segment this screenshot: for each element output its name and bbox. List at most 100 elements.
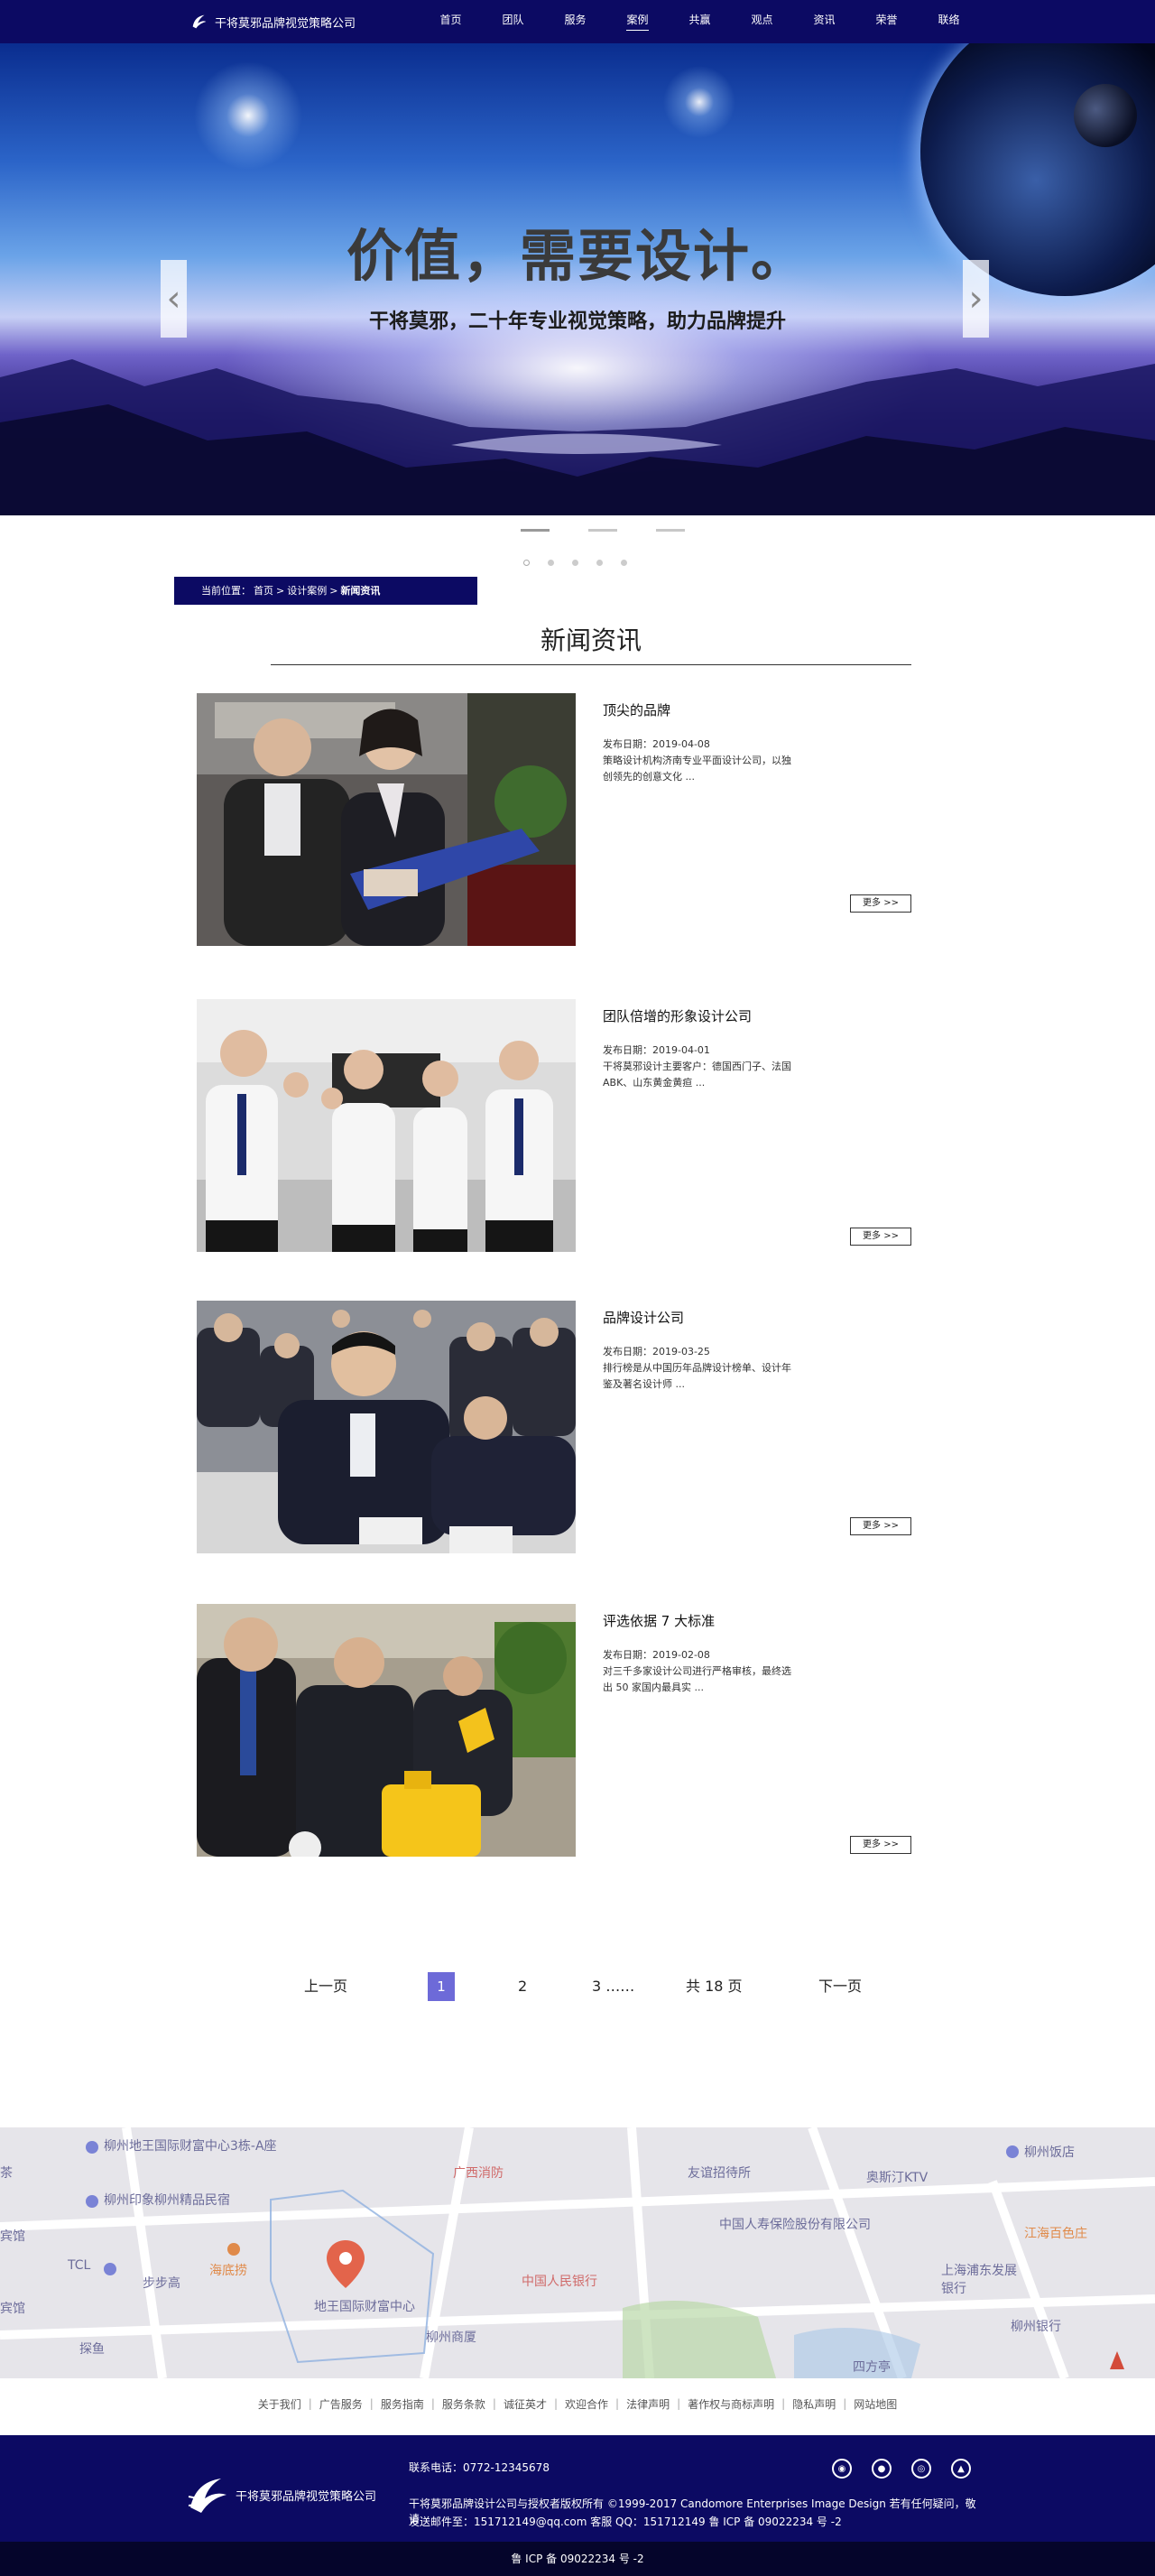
qq-icon[interactable]: ◎ [911,2459,931,2479]
breadcrumb-prefix: 当前位置： [201,585,251,597]
site-footer: 干将莫邪品牌视觉策略公司 联系电话：0772-12345678 干将莫邪品牌设计… [0,2435,1155,2542]
more-button[interactable]: 更多 >> [850,1228,911,1246]
map-label: 步步高 [143,2276,180,2291]
slide-tab[interactable] [521,529,550,532]
nav-contact[interactable]: 联络 [918,0,980,43]
page-link[interactable]: 3 …… [592,1972,634,2001]
map-label: 宾馆 [0,2302,25,2316]
map-poi-icon [104,2263,116,2275]
map-label: 奥斯汀KTV [866,2171,929,2185]
map-poi-icon [86,2195,98,2208]
breadcrumb-separator: > [276,585,285,597]
nav-home[interactable]: 首页 [420,0,482,43]
map-label: 柳州印象柳州精品民宿 [104,2193,230,2208]
footer-phone: 联系电话：0772-12345678 [409,2461,550,2474]
footer-links: 关于我们 | 广告服务 | 服务指南 | 服务条款 | 诚征英才 | 欢迎合作 | 法律声明… [0,2390,1155,2417]
footer-link-guide[interactable]: 服务指南 [374,2396,431,2412]
breadcrumb-home[interactable]: 首页 [254,577,273,605]
page-link[interactable]: 2 [518,1972,527,2001]
footer-logo-text: 干将莫邪品牌视觉策略公司 [236,2489,377,2504]
news-photo[interactable] [197,693,576,946]
nav-team[interactable]: 团队 [482,0,544,43]
nav-honors[interactable]: 荣誉 [855,0,918,43]
news-photo[interactable] [197,999,576,1252]
news-date: 发布日期：2019-04-01 [603,1044,710,1056]
news-title[interactable]: 品牌设计公司 [603,1308,684,1327]
news-desc: 干将莫邪设计主要客户：德国西门子、法国ABK、山东黄金黄疸 ... [603,1061,791,1089]
news-photo[interactable] [197,1604,576,1857]
map-label: TCL [68,2258,91,2273]
icp-bar: 鲁 ICP 备 09022234 号 -2 [0,2542,1155,2576]
footer-link-cooperate[interactable]: 欢迎合作 [558,2396,615,2412]
wechat-icon[interactable]: ● [872,2459,892,2479]
total-pages: 共 18 页 [686,1978,743,1995]
map-label: 友谊招待所 [688,2166,751,2181]
footer-link-about[interactable]: 关于我们 [251,2396,309,2412]
logo[interactable]: 干将莫邪品牌视觉策略公司 [189,11,356,32]
nav-services[interactable]: 服务 [544,0,606,43]
pagination: 上一页 1 2 3 …… 共 18 页 下一页 [0,1972,1155,2005]
footer-link-jobs[interactable]: 诚征英才 [496,2396,554,2412]
breadcrumb-category[interactable]: 设计案例 [287,577,327,605]
map-label: 海底捞 [209,2264,247,2278]
slide-tab[interactable] [656,529,685,532]
more-button[interactable]: 更多 >> [850,894,911,913]
slide-dots [523,560,627,566]
news-date: 发布日期：2019-02-08 [603,1649,710,1661]
footer-link-terms[interactable]: 服务条款 [435,2396,493,2412]
more-button[interactable]: 更多 >> [850,1517,911,1535]
slide-tabs [521,529,685,532]
news-item: 评选依据 7 大标准 发布日期：2019-02-08 对三千多家设计公司进行严格… [197,1604,914,1857]
slide-dot[interactable] [596,560,603,566]
title-divider [271,664,911,665]
footer-link-privacy[interactable]: 隐私声明 [785,2396,843,2412]
hero-next-arrow[interactable]: › [963,260,989,338]
nav-cases[interactable]: 案例 [606,0,669,43]
breadcrumb-current: 新闻资讯 [340,585,381,597]
more-button[interactable]: 更多 >> [850,1836,911,1854]
news-item: 团队倍增的形象设计公司 发布日期：2019-04-01 干将莫邪设计主要客户：德… [197,999,914,1252]
next-page-link[interactable]: 下一页 [818,1972,862,2001]
map-label: 柳州银行 [1011,2320,1061,2334]
footer-link-sitemap[interactable]: 网站地图 [846,2396,904,2412]
page-link-current[interactable]: 1 [428,1972,455,2001]
footer-link-ads[interactable]: 广告服务 [312,2396,370,2412]
weibo-icon[interactable]: ◉ [832,2459,852,2479]
bell-icon[interactable]: ▲ [951,2459,971,2479]
nav-news[interactable]: 资讯 [793,0,855,43]
hero-prev-arrow[interactable]: ‹ [161,260,187,338]
map-poi-icon [1006,2145,1019,2158]
nav-win-win[interactable]: 共赢 [669,0,731,43]
news-title[interactable]: 团队倍增的形象设计公司 [603,1006,752,1025]
map-label: 柳州地王国际财富中心3栋-A座 [104,2139,277,2154]
map-label: 四方亭 [853,2360,891,2375]
nav-views[interactable]: 观点 [731,0,793,43]
logo-text: 干将莫邪品牌视觉策略公司 [215,16,356,31]
logo-icon [192,14,207,29]
map-label: 柳州商厦 [426,2330,476,2345]
slide-dot[interactable] [548,560,554,566]
map-label: 探鱼 [79,2342,105,2357]
slide-dot[interactable] [523,560,530,566]
mountains-image [0,359,1155,515]
footer-logo[interactable]: 干将莫邪品牌视觉策略公司 [185,2471,376,2518]
news-item: 品牌设计公司 发布日期：2019-03-25 排行榜是从中国历年品牌设计榜单、设… [197,1301,914,1553]
moon-image [1074,84,1137,147]
main-nav: 首页 团队 服务 案例 共赢 观点 资讯 荣誉 联络 [420,0,980,43]
map-poi-icon [227,2243,240,2256]
map-label: 宾馆 [0,2229,25,2244]
slide-tab[interactable] [588,529,617,532]
footer-link-legal[interactable]: 法律声明 [619,2396,677,2412]
map-label: 柳州饭店 [1024,2145,1075,2160]
footer-link-copyright[interactable]: 著作权与商标声明 [680,2396,781,2412]
news-photo[interactable] [197,1301,576,1553]
news-title[interactable]: 评选依据 7 大标准 [603,1611,715,1630]
slide-dot[interactable] [621,560,627,566]
slide-dot[interactable] [572,560,578,566]
news-date: 发布日期：2019-03-25 [603,1346,710,1357]
prev-page-link[interactable]: 上一页 [304,1972,347,2001]
location-map[interactable]: 柳州地王国际财富中心3栋-A座 柳州印象柳州精品民宿 TCL 步步高 海底捞 地… [0,2127,1155,2378]
breadcrumb-separator: > [329,585,338,597]
map-label: 上海浦东发展银行 [941,2264,1017,2296]
news-title[interactable]: 顶尖的品牌 [603,700,670,719]
